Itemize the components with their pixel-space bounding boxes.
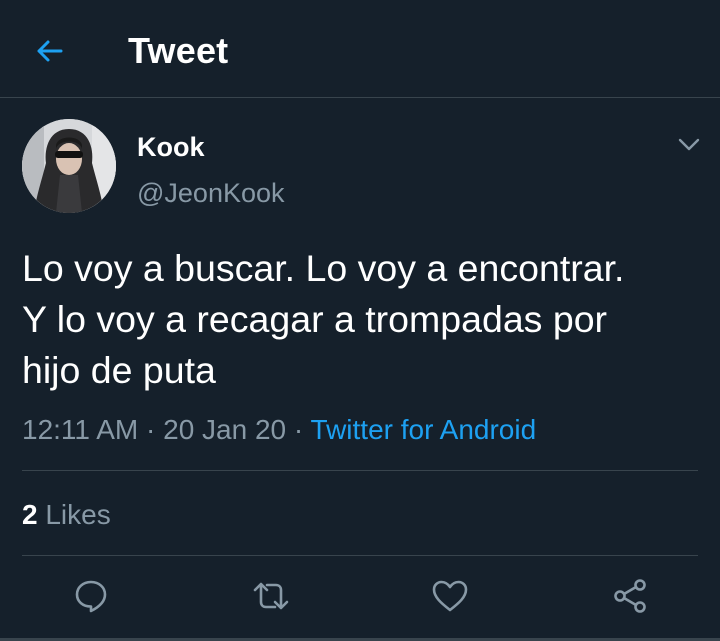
author-display-name[interactable]: Kook: [137, 130, 205, 164]
likes-label: Likes: [37, 499, 111, 530]
heart-icon: [432, 580, 468, 612]
like-button[interactable]: [428, 574, 472, 618]
more-options-button[interactable]: [674, 130, 704, 160]
retweet-icon: [253, 582, 289, 610]
likes-stat[interactable]: 2 Likes: [22, 497, 111, 533]
tweet-time: 12:11 AM: [22, 414, 139, 445]
likes-count: 2: [22, 499, 38, 530]
avatar[interactable]: [22, 119, 116, 213]
meta-separator: ·: [138, 414, 164, 445]
retweet-button[interactable]: [249, 574, 293, 618]
share-icon: [614, 579, 646, 613]
tweet-source-link[interactable]: Twitter for Android: [311, 414, 537, 445]
tweet-text: Lo voy a buscar. Lo voy a encontrar. Y l…: [22, 247, 625, 391]
arrow-left-icon: [37, 40, 63, 62]
tweet-meta: 12:11 AM · 20 Jan 20 · Twitter for Andro…: [22, 412, 536, 448]
user-avatar-image: [22, 119, 116, 213]
share-button[interactable]: [608, 574, 652, 618]
divider: [22, 470, 698, 471]
reply-button[interactable]: [69, 574, 113, 618]
page-title: Tweet: [128, 30, 229, 71]
meta-separator: ·: [286, 414, 311, 445]
divider: [22, 555, 698, 556]
tweet-detail-screen: Tweet Kook @JeonKook Lo voy a buscar. Lo…: [0, 0, 720, 641]
tweet-date: 20 Jan 20: [163, 414, 287, 445]
back-button[interactable]: [28, 30, 70, 72]
author-handle[interactable]: @JeonKook: [137, 176, 285, 210]
chevron-down-icon: [678, 138, 700, 151]
top-app-bar: Tweet: [0, 0, 720, 98]
comment-icon: [75, 580, 107, 613]
